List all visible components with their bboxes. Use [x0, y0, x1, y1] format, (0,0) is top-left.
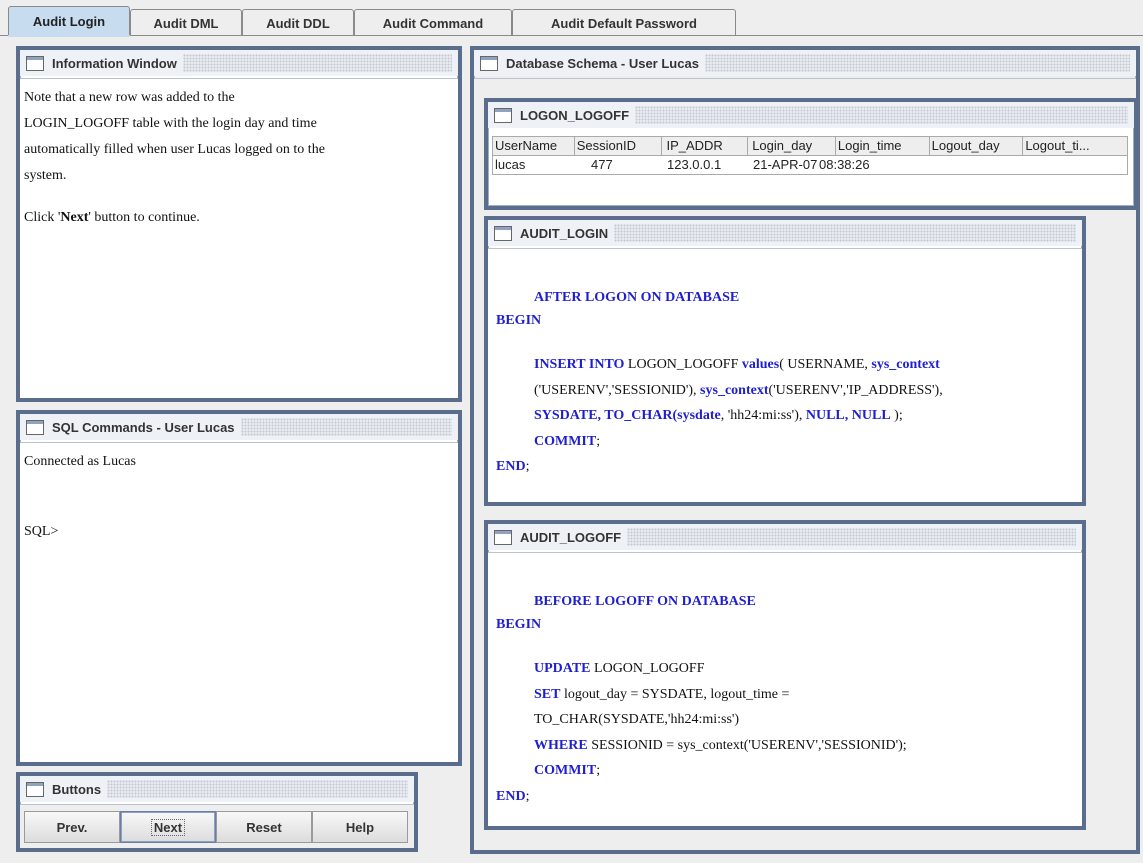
buttons-window: Buttons Prev. Next Reset Help — [16, 772, 418, 852]
audit-login-titlebar[interactable]: AUDIT_LOGIN — [488, 220, 1082, 246]
code-line: COMMIT; — [534, 433, 601, 449]
window-icon — [494, 107, 512, 123]
audit-logoff-window: AUDIT_LOGOFF BEFORE LOGOFF ON DATABASE B… — [484, 520, 1086, 830]
schema-window-titlebar[interactable]: Database Schema - User Lucas — [474, 50, 1136, 76]
next-button[interactable]: Next — [120, 811, 216, 843]
tab-audit-ddl[interactable]: Audit DDL — [242, 9, 354, 36]
audit-logoff-titlebar[interactable]: AUDIT_LOGOFF — [488, 524, 1082, 550]
information-window: Information Window Note that a new row w… — [16, 46, 462, 402]
column-header-login-day[interactable]: Login_day — [748, 137, 836, 155]
buttons-window-titlebar[interactable]: Buttons — [20, 776, 414, 802]
information-text: Note that a new row was added to the LOG… — [20, 78, 458, 398]
code-line: SET logout_day = SYSDATE, logout_time = — [534, 686, 790, 702]
tab-audit-command[interactable]: Audit Command — [354, 9, 512, 36]
cell-login-time: 08:38:26 — [819, 157, 870, 172]
sql-window-titlebar[interactable]: SQL Commands - User Lucas — [20, 414, 458, 440]
tab-divider — [0, 35, 1143, 36]
logon-logoff-table: UserName SessionID IP_ADDR Login_day Log… — [492, 136, 1128, 175]
info-line-1: Note that a new row was added to the — [24, 90, 235, 105]
cell-ip-addr: 123.0.0.1 — [667, 157, 722, 172]
titlebar-grip — [182, 54, 452, 72]
sql-connected-line: Connected as Lucas — [24, 454, 136, 469]
information-window-title: Information Window — [52, 55, 177, 71]
tab-bar: Audit Login Audit DML Audit DDL Audit Co… — [0, 0, 1143, 37]
tab-audit-login[interactable]: Audit Login — [8, 6, 130, 36]
code-line: WHERE SESSIONID = sys_context('USERENV',… — [534, 737, 907, 753]
code-line: AFTER LOGON ON DATABASE — [534, 290, 740, 305]
cell-login-day: 21-APR-07 — [753, 157, 817, 172]
reset-button[interactable]: Reset — [216, 811, 312, 843]
code-line: BEGIN — [496, 616, 542, 632]
code-line: INSERT INTO LOGON_LOGOFF values( USERNAM… — [534, 357, 940, 372]
audit-logoff-title: AUDIT_LOGOFF — [520, 529, 622, 545]
titlebar-grip — [704, 54, 1130, 72]
audit-login-code: AFTER LOGON ON DATABASE BEGIN INSERT INT… — [488, 248, 1082, 502]
prev-button[interactable]: Prev. — [24, 811, 120, 843]
help-button[interactable]: Help — [312, 811, 408, 843]
cell-logout-time — [1005, 156, 1109, 174]
column-header-username[interactable]: UserName — [493, 137, 575, 155]
titlebar-grip — [627, 528, 1076, 546]
next-emphasis: Next — [60, 210, 89, 225]
code-line: TO_CHAR(SYSDATE,'hh24:mi:ss') — [534, 712, 740, 727]
info-line-2: LOGIN_LOGOFF table with the login day an… — [24, 116, 317, 131]
logon-logoff-window: LOGON_LOGOFF UserName SessionID IP_ADDR … — [484, 98, 1138, 210]
buttons-window-title: Buttons — [52, 781, 102, 797]
column-header-sessionid[interactable]: SessionID — [575, 137, 663, 155]
window-icon — [480, 55, 498, 71]
sql-window-title: SQL Commands - User Lucas — [52, 419, 235, 435]
titlebar-grip — [240, 418, 452, 436]
information-window-titlebar[interactable]: Information Window — [20, 50, 458, 76]
button-row: Prev. Next Reset Help — [24, 811, 408, 843]
window-icon — [494, 225, 512, 241]
audit-logoff-code: BEFORE LOGOFF ON DATABASE BEGIN UPDATE L… — [488, 552, 1082, 826]
code-line: SYSDATE, TO_CHAR(sysdate, 'hh24:mi:ss'),… — [534, 408, 903, 423]
code-line: END; — [496, 788, 530, 804]
code-line: END; — [496, 459, 530, 474]
cell-sessionid: 477 — [591, 157, 613, 172]
schema-window-title: Database Schema - User Lucas — [506, 55, 699, 71]
cell-username: lucas — [495, 157, 526, 172]
column-header-ip-addr[interactable]: IP_ADDR — [662, 137, 749, 155]
tab-audit-dml[interactable]: Audit DML — [130, 9, 242, 36]
sql-commands-window: SQL Commands - User Lucas Connected as L… — [16, 410, 462, 766]
table-row[interactable]: lucas 477 123.0.0.1 21-APR-07 08:38:26 — [493, 156, 1127, 174]
column-header-login-time[interactable]: Login_time — [836, 137, 930, 155]
info-line-4: system. — [24, 168, 67, 183]
sql-prompt[interactable]: SQL> — [24, 519, 458, 545]
sql-console[interactable]: Connected as Lucas SQL> — [20, 442, 458, 762]
table-header: UserName SessionID IP_ADDR Login_day Log… — [493, 137, 1127, 156]
info-line-5: Click 'Next' button to continue. — [24, 210, 200, 225]
cell-logout-day — [911, 156, 1005, 174]
code-line: UPDATE LOGON_LOGOFF — [534, 661, 705, 676]
audit-login-window: AUDIT_LOGIN AFTER LOGON ON DATABASE BEGI… — [484, 216, 1086, 506]
code-line: ('USERENV','SESSIONID'), sys_context('US… — [534, 382, 943, 398]
window-icon — [26, 55, 44, 71]
audit-login-title: AUDIT_LOGIN — [520, 225, 609, 241]
column-header-logout-time[interactable]: Logout_ti... — [1023, 137, 1127, 155]
logon-logoff-title: LOGON_LOGOFF — [520, 107, 630, 123]
window-icon — [26, 781, 44, 797]
active-tab-highlight — [8, 35, 130, 37]
window-icon — [26, 419, 44, 435]
logon-logoff-titlebar[interactable]: LOGON_LOGOFF — [488, 102, 1134, 128]
code-line: COMMIT; — [534, 763, 601, 778]
code-line: BEGIN — [496, 312, 542, 328]
window-icon — [494, 529, 512, 545]
tab-audit-default-password[interactable]: Audit Default Password — [512, 9, 736, 36]
info-line-3: automatically filled when user Lucas log… — [24, 142, 325, 157]
titlebar-grip — [635, 106, 1128, 124]
code-line: BEFORE LOGOFF ON DATABASE — [534, 594, 756, 609]
titlebar-grip — [107, 780, 408, 798]
titlebar-grip — [614, 224, 1076, 242]
column-header-logout-day[interactable]: Logout_day — [930, 137, 1024, 155]
